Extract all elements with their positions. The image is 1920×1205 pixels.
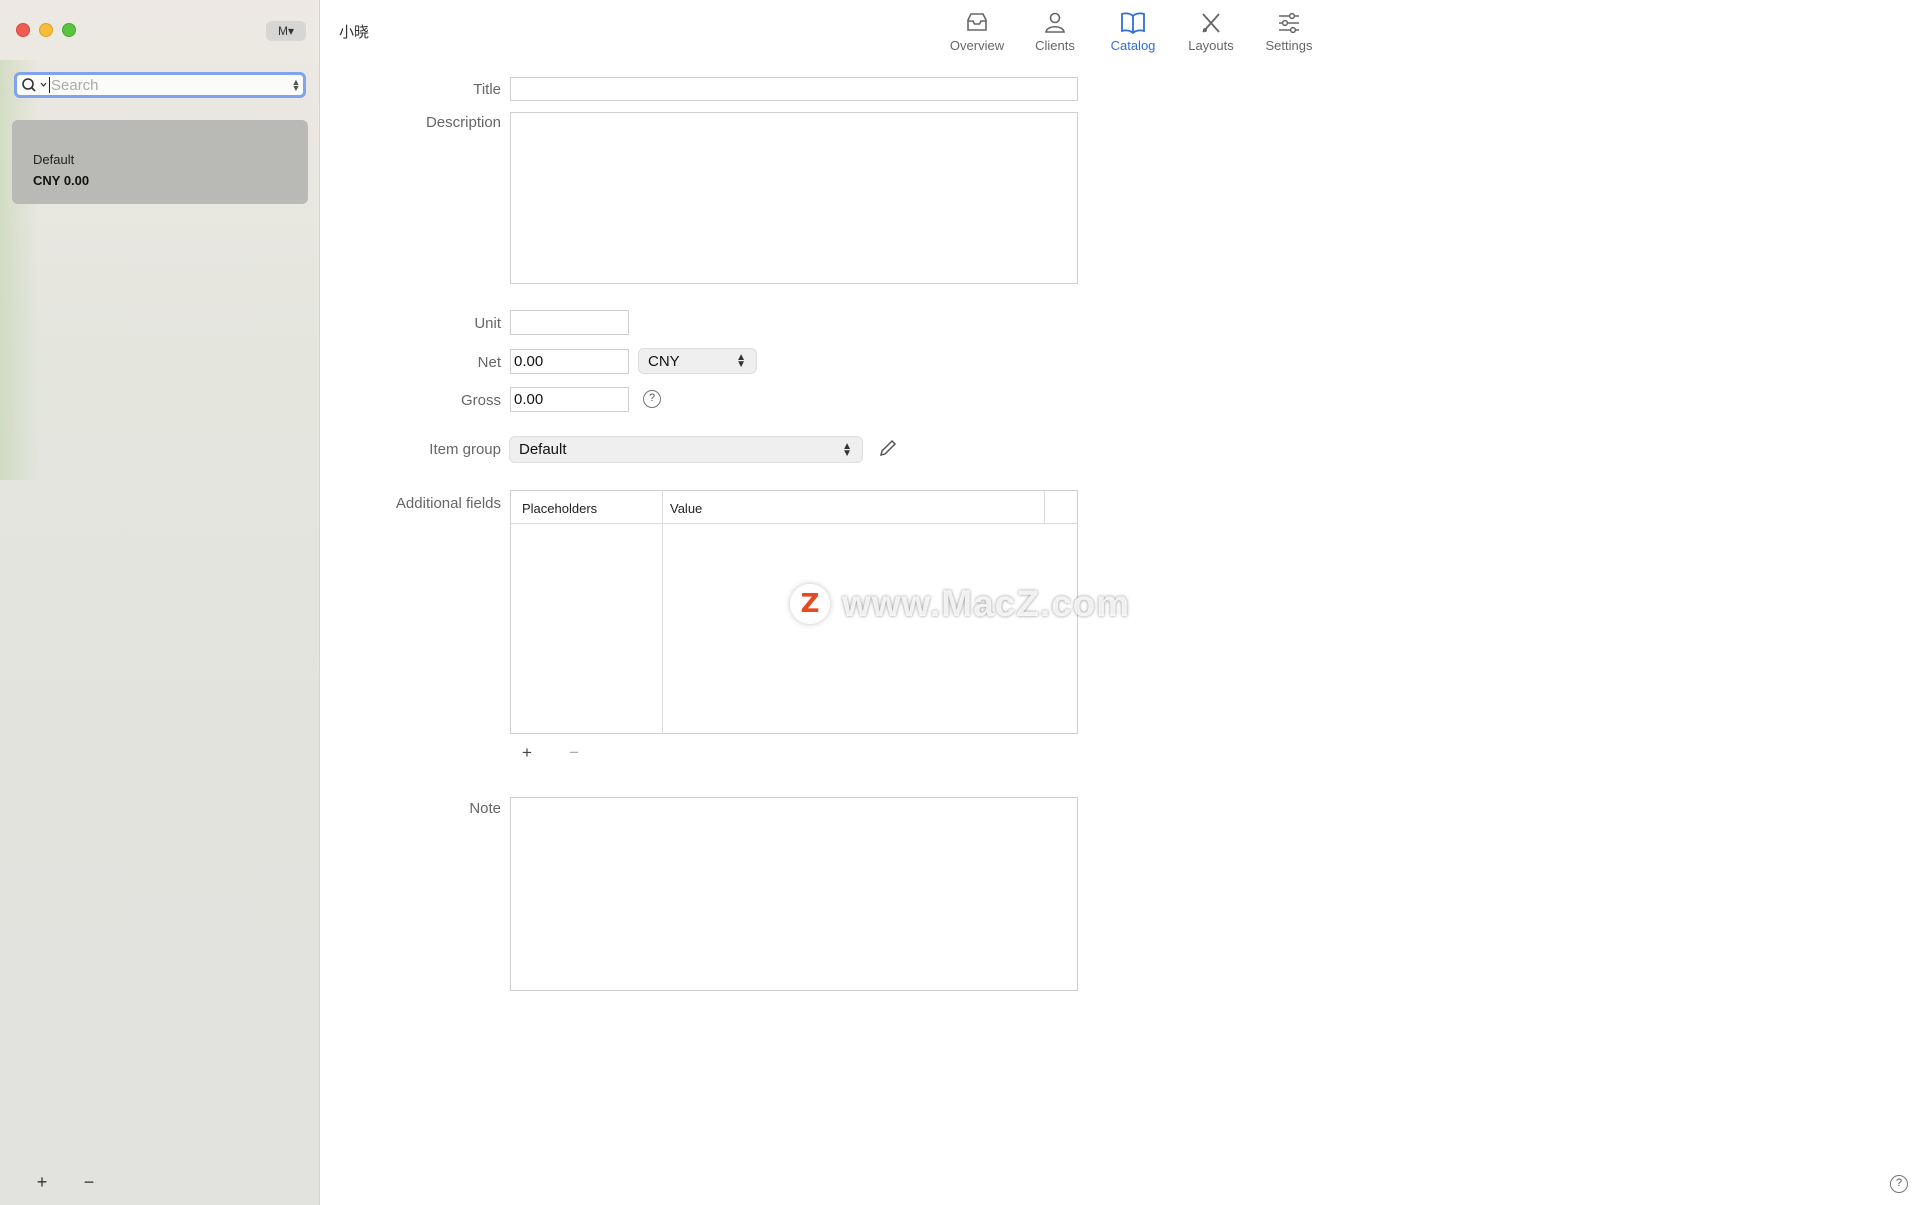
tray-icon — [967, 13, 987, 31]
net-field[interactable]: 0.00 — [510, 349, 629, 374]
item-group-label: Item group — [429, 441, 501, 458]
search-icon[interactable] — [21, 77, 49, 93]
minimize-window-button[interactable] — [39, 23, 53, 37]
search-field[interactable]: Search ▲ ▼ — [14, 72, 306, 98]
item-group-total: CNY 0.00 — [33, 173, 90, 188]
gross-label: Gross — [460, 392, 501, 409]
remove-group-button[interactable]: − — [79, 1172, 99, 1193]
tab-catalog-label: Catalog — [1110, 38, 1156, 53]
close-window-button[interactable] — [16, 23, 30, 37]
pencil-icon[interactable] — [878, 438, 898, 458]
item-group-name: Default — [33, 152, 75, 167]
add-field-button[interactable]: + — [522, 743, 532, 763]
sidebar: M▾ Search ▲ ▼ Default CNY 0.00 + − — [0, 0, 320, 1205]
tab-catalog[interactable]: Catalog — [1094, 10, 1172, 53]
watermark-logo: Z — [790, 584, 830, 624]
tab-settings-label: Settings — [1265, 38, 1313, 53]
note-field[interactable] — [510, 797, 1078, 991]
zoom-window-button[interactable] — [62, 23, 76, 37]
tab-layouts-label: Layouts — [1188, 38, 1234, 53]
column-header-value[interactable]: Value — [663, 491, 1045, 523]
watermark: Z www.MacZ.com — [790, 583, 1130, 625]
item-group-value: Default — [519, 441, 567, 458]
tab-clients[interactable]: Clients — [1016, 10, 1094, 53]
sliders-icon — [1279, 12, 1299, 34]
remove-field-button[interactable]: − — [569, 743, 579, 763]
unit-field[interactable] — [510, 310, 629, 335]
currency-select[interactable]: CNY ▲ ▼ — [639, 349, 756, 373]
layout-tools-icon — [1202, 13, 1220, 33]
note-label: Note — [469, 800, 501, 817]
item-group-select[interactable]: Default ▲ ▼ — [510, 437, 862, 462]
title-field[interactable] — [510, 77, 1078, 101]
text-cursor — [49, 77, 50, 93]
tab-clients-label: Clients — [1035, 38, 1075, 53]
chevron-updown-icon: ▲ ▼ — [736, 352, 746, 370]
tab-overview[interactable]: Overview — [938, 10, 1016, 53]
help-button[interactable]: ? — [1890, 1175, 1908, 1193]
search-input[interactable]: Search — [51, 77, 289, 94]
unit-label: Unit — [474, 315, 501, 332]
chevron-updown-icon: ▲ ▼ — [842, 440, 852, 459]
additional-fields-label: Additional fields — [395, 495, 501, 512]
tab-layouts[interactable]: Layouts — [1172, 10, 1250, 53]
person-icon — [1045, 12, 1065, 33]
book-icon — [1121, 12, 1145, 35]
account-menu-button[interactable]: M▾ — [266, 21, 306, 41]
tab-overview-label: Overview — [949, 38, 1005, 53]
watermark-text: www.MacZ.com — [842, 583, 1131, 624]
title-label: Title — [473, 81, 501, 98]
description-field[interactable] — [510, 112, 1078, 284]
column-divider — [662, 524, 663, 733]
list-item[interactable]: Default CNY 0.00 — [12, 120, 308, 204]
table-header: Placeholders Value — [511, 491, 1077, 524]
tab-settings[interactable]: Settings — [1250, 10, 1328, 53]
window-title: 小晓 — [339, 24, 370, 41]
description-label: Description — [425, 114, 501, 131]
help-icon[interactable]: ? — [643, 390, 661, 408]
gross-field[interactable]: 0.00 — [510, 387, 629, 412]
toolbar: Overview Clients Catalog Layouts Setting… — [938, 10, 1328, 53]
currency-value: CNY — [648, 352, 680, 370]
net-label: Net — [477, 354, 501, 371]
column-header-placeholders[interactable]: Placeholders — [511, 491, 663, 523]
add-group-button[interactable]: + — [32, 1172, 52, 1193]
